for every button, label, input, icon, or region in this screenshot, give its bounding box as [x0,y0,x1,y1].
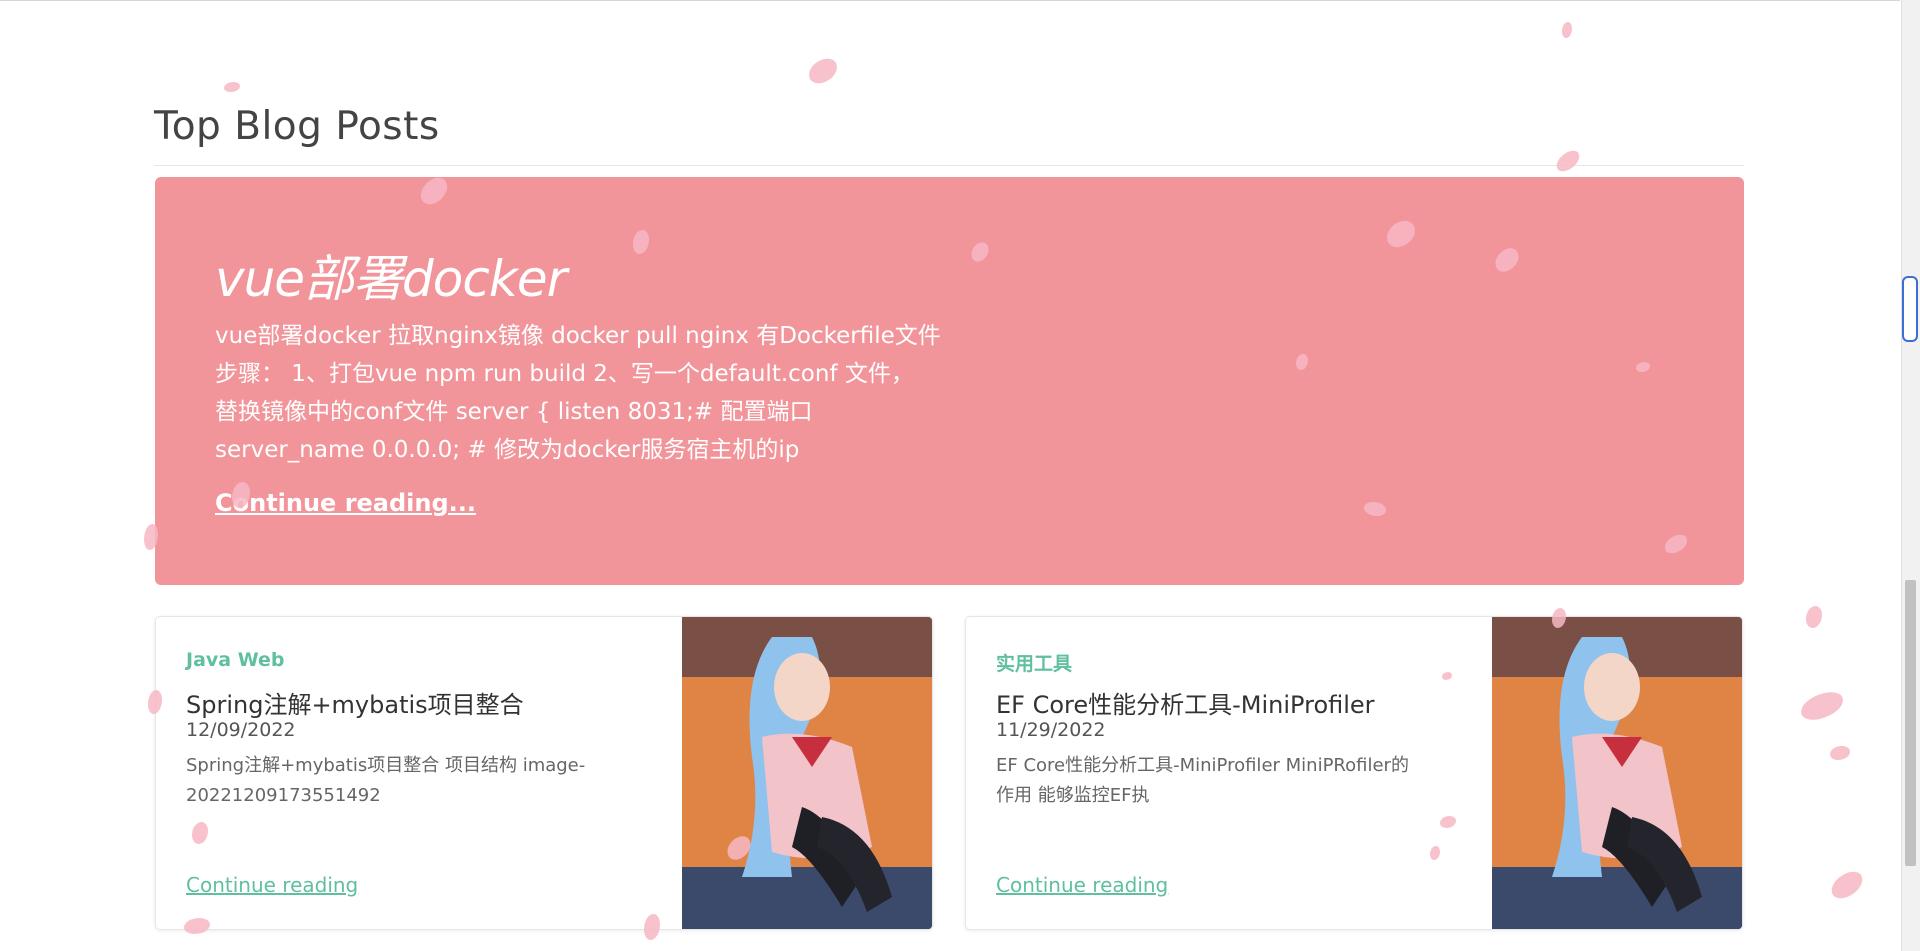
blog-card: 实用工具 EF Core性能分析工具-MiniProfiler 11/29/20… [965,616,1743,930]
petal-decoration [1826,867,1868,903]
blog-card-category-link[interactable]: 实用工具 [996,649,1072,676]
thumbnail-illustration [682,617,932,929]
section-title-divider [154,165,1744,166]
petal-decoration [1830,746,1850,760]
vertical-scrollbar[interactable] [1901,0,1920,951]
petal-decoration [1806,606,1822,628]
blog-card-category-link[interactable]: Java Web [186,649,284,671]
blog-card: Java Web Spring注解+mybatis项目整合 12/09/2022… [155,616,933,930]
featured-post-title[interactable]: vue部署docker [215,239,567,311]
featured-excerpt-line: 步骤： 1、打包vue npm run build 2、写一个default.c… [215,361,914,387]
petal-decoration [644,914,660,940]
page: Top Blog Posts vue部署docker vue部署docker 拉… [0,0,1920,951]
blog-card-continue-reading-link[interactable]: Continue reading [996,873,1168,897]
blog-card-date: 11/29/2022 [996,719,1106,741]
blog-card-excerpt-line: 作用 能够监控EF执 [996,785,1150,806]
blog-card-body: 实用工具 EF Core性能分析工具-MiniProfiler 11/29/20… [996,617,1486,929]
blog-card-continue-reading-link[interactable]: Continue reading [186,873,358,897]
blog-card-excerpt-line: 20221209173551492 [186,785,381,806]
blog-card-body: Java Web Spring注解+mybatis项目整合 12/09/2022… [186,617,676,929]
petal-decoration [1797,688,1847,724]
featured-excerpt-line: vue部署docker 拉取nginx镜像 docker pull nginx … [215,323,941,349]
petal-decoration [184,918,210,934]
scrollbar-thumb[interactable] [1905,580,1916,866]
section-title: Top Blog Posts [154,104,440,149]
featured-post: vue部署docker vue部署docker 拉取nginx镜像 docker… [155,177,1744,585]
blog-card-date: 12/09/2022 [186,719,296,741]
featured-excerpt-line: 替换镜像中的conf文件 server { listen 8031;# 配置端口 [215,399,813,425]
blog-card-thumbnail-image[interactable] [1492,617,1742,929]
top-divider [0,0,1900,1]
blog-card-thumbnail-image[interactable] [682,617,932,929]
featured-post-excerpt: vue部署docker 拉取nginx镜像 docker pull nginx … [215,317,975,469]
blog-card-excerpt-line: Spring注解+mybatis项目整合 项目结构 image- [186,755,586,776]
scroll-indicator-widget[interactable] [1902,276,1918,342]
blog-card-title[interactable]: EF Core性能分析工具-MiniProfiler [996,685,1375,720]
petal-decoration [805,55,841,87]
thumbnail-illustration [1492,617,1742,929]
blog-card-title[interactable]: Spring注解+mybatis项目整合 [186,685,524,720]
petal-decoration [224,82,240,92]
featured-continue-reading-link[interactable]: Continue reading... [215,489,476,517]
blog-card-excerpt: EF Core性能分析工具-MiniProfiler MiniPRofiler的… [996,751,1456,811]
petal-decoration [1552,147,1584,175]
blog-card-excerpt: Spring注解+mybatis项目整合 项目结构 image- 2022120… [186,751,646,811]
featured-excerpt-line: server_name 0.0.0.0; # 修改为docker服务宿主机的ip [215,437,800,463]
petal-decoration [1562,22,1572,38]
blog-card-excerpt-line: EF Core性能分析工具-MiniProfiler MiniPRofiler的 [996,755,1409,776]
